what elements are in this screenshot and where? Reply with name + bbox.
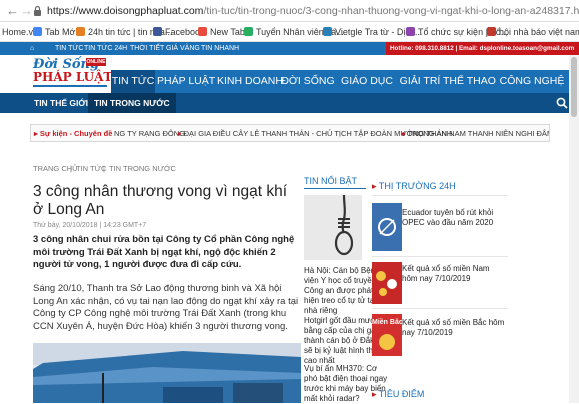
nav-item-doi-song[interactable]: ĐỜI SỐNG	[281, 70, 335, 93]
logo-underline	[33, 85, 107, 87]
section-underline	[304, 188, 366, 189]
subnav-item-tin-trong-nuoc[interactable]: TIN TRONG NƯỚC	[88, 93, 176, 113]
section-heading-tieu-diem: ▸ TIÊU ĐIỂM	[372, 389, 425, 399]
ticker-item[interactable]: ● TRỌNG ÁN NAM THANH NIÊN NGHI ĐÂM TỬ VO…	[401, 128, 549, 139]
bookmark-item[interactable]: New Tab	[198, 26, 245, 38]
nav-item-phap-luat[interactable]: PHÁP LUẬT	[157, 70, 215, 93]
logo-online-badge: ONLINE	[86, 58, 106, 66]
home-icon[interactable]: ⌂	[30, 43, 34, 54]
forward-icon[interactable]: →	[20, 3, 33, 19]
article-title: 3 công nhân thương vong vì ngạt khí ở Lo…	[33, 183, 288, 218]
breadcrumb-sep: |	[103, 164, 105, 173]
article-sapo: 3 công nhân chui rửa bồn tại Công ty Cổ …	[33, 234, 295, 270]
bookmark-icon	[198, 27, 207, 36]
divider	[372, 195, 508, 196]
section-heading-tin-noi-bat: TIN NỔI BẬT	[304, 176, 358, 186]
bookmark-item[interactable]: Facebook	[153, 26, 205, 38]
bookmarks-bar: Home.vn Tab Mới 24h tin tức | tin nha...…	[0, 22, 579, 42]
nav-item-kinh-doanh[interactable]: KINH DOANH	[217, 70, 283, 93]
top-link[interactable]: TIN TỨC	[55, 43, 83, 54]
page-scrollbar[interactable]	[569, 55, 579, 403]
breadcrumb-sep: |	[70, 164, 72, 173]
market-headline[interactable]: Kết quả xổ số miền Bắc hôm nay 7/10/2019	[402, 318, 507, 338]
nav-item-giao-duc[interactable]: GIÁO DỤC	[337, 70, 397, 93]
back-icon[interactable]: ←	[6, 3, 19, 19]
nav-item-tin-tuc[interactable]: TIN TỨC	[111, 70, 155, 93]
thumbnail-opec[interactable]	[372, 203, 402, 251]
events-ticker: ▸ Sự kiện - Chuyên đề NG TY RẠNG ĐÔNG ● …	[30, 124, 550, 142]
url-field[interactable]: https://www.doisongphapluat.com/tin-tuc/…	[47, 4, 579, 18]
breadcrumb-tin-trong-nuoc[interactable]: TIN TRONG NƯỚC	[109, 164, 176, 174]
section-heading-thi-truong: ▸ THỊ TRƯỜNG 24H	[372, 181, 456, 191]
facebook-icon	[153, 27, 162, 36]
scrollbar-thumb[interactable]	[571, 57, 577, 117]
logo-line2: PHÁP LUẬT	[33, 70, 113, 84]
bookmark-icon	[487, 27, 496, 36]
nav-item-cong-nghe[interactable]: CÔNG NGHỆ	[497, 70, 567, 93]
site-top-bar: ⌂ TIN TỨC TIN TỨC 24H THỜI TIẾT GIÁ VÀNG…	[0, 42, 579, 55]
divider	[372, 308, 508, 309]
bookmark-icon	[323, 27, 332, 36]
ticker-label: ▸ Sự kiện - Chuyên đề	[34, 129, 113, 138]
nav-item-the-thao[interactable]: THỂ THAO	[443, 70, 496, 93]
bookmark-icon	[244, 27, 253, 36]
bookmark-item[interactable]: Tab Mới	[33, 26, 77, 38]
bookmark-item[interactable]: hội nhà báo việt nam...	[487, 26, 579, 38]
featured-image-noose[interactable]	[304, 195, 362, 260]
thumbnail-lottery-south[interactable]	[372, 262, 402, 304]
bookmark-icon	[76, 27, 85, 36]
lock-icon	[34, 5, 41, 16]
browser-address-bar: ← → https://www.doisongphapluat.com/tin-…	[0, 0, 579, 22]
main-nav: TIN TỨC PHÁP LUẬT KINH DOANH ĐỜI SỐNG GI…	[111, 70, 579, 93]
market-headline[interactable]: Kết quả xổ số miền Nam hôm nay 7/10/2019	[402, 264, 507, 284]
top-link[interactable]: GIÁ VÀNG	[166, 43, 200, 54]
breadcrumb-tin-tuc[interactable]: TIN TỨC	[76, 164, 106, 174]
top-link[interactable]: TIN TỨC 24H	[84, 43, 127, 54]
nav-item-giai-tri[interactable]: GIẢI TRÍ	[399, 70, 441, 93]
article-image	[33, 343, 301, 403]
lottery-badge: Miền Bắc	[372, 319, 402, 326]
bookmark-icon	[406, 27, 415, 36]
top-link[interactable]: THỜI TIẾT	[130, 43, 164, 54]
article-body: Sáng 20/10, Thanh tra Sở Lao động thương…	[33, 283, 299, 332]
subnav-item-tin-the-gioi[interactable]: TIN THẾ GIỚI	[34, 93, 88, 113]
hotline-text: Hotline: 098.310.8812 | Email: dsplonlin…	[390, 45, 575, 52]
bookmark-icon	[33, 27, 42, 36]
top-link[interactable]: TIN NHANH	[201, 43, 239, 54]
ticker-item[interactable]: NG TY RẠNG ĐÔNG	[114, 128, 185, 139]
site-logo[interactable]: Đời Sống ONLINE PHÁP LUẬT	[33, 58, 112, 90]
hotline-bar: Hotline: 098.310.8812 | Email: dsplonlin…	[386, 42, 579, 55]
search-icon[interactable]	[556, 97, 568, 109]
article-date: Thứ bảy, 20/10/2018 | 14:23 GMT+7	[33, 222, 147, 229]
sub-nav: TIN THẾ GIỚI TIN TRONG NƯỚC	[0, 93, 579, 113]
market-headline[interactable]: Ecuador tuyên bố rút khỏi OPEC vào đầu n…	[402, 208, 507, 228]
divider	[372, 256, 508, 257]
